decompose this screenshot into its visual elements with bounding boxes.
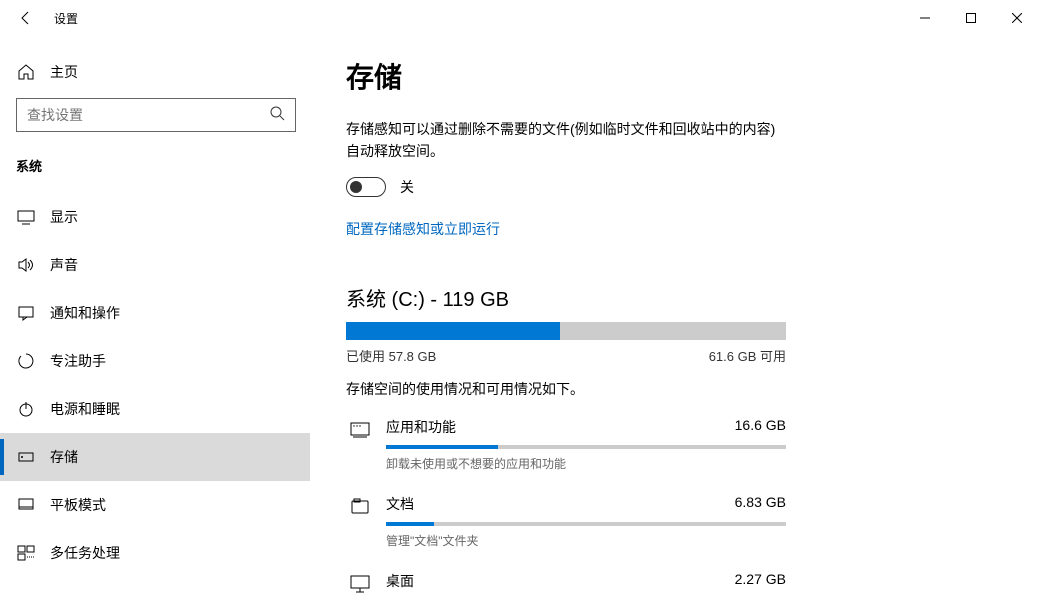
home-icon [16,63,36,81]
close-button[interactable] [994,2,1040,34]
search-input[interactable] [27,107,269,123]
category-size: 2.27 GB [735,571,786,591]
maximize-icon [966,13,976,23]
search-box[interactable] [16,98,296,132]
nav-list: 显示 声音 通知和操作 专注助手 电源和睡眠 存储 [0,193,310,577]
nav-item-notifications[interactable]: 通知和操作 [0,289,310,337]
desktop-icon [346,573,374,593]
home-label: 主页 [50,62,78,82]
drive-used-label: 已使用 57.8 GB [346,346,436,365]
sidebar: 主页 系统 显示 声音 通知和操作 [0,36,310,593]
titlebar: 设置 [0,0,1040,36]
drive-usage-fill [346,322,560,340]
documents-icon [346,496,374,518]
nav-item-power[interactable]: 电源和睡眠 [0,385,310,433]
sidebar-section-header: 系统 [0,144,310,185]
nav-item-tablet[interactable]: 平板模式 [0,481,310,529]
storage-icon [16,448,36,466]
category-sub: 卸载未使用或不想要的应用和功能 [386,455,786,472]
category-name: 应用和功能 [386,417,456,437]
focus-icon [16,352,36,370]
back-button[interactable] [10,2,42,34]
page-title: 存储 [346,56,992,96]
category-bar-fill [386,522,434,526]
nav-item-focus[interactable]: 专注助手 [0,337,310,385]
minimize-button[interactable] [902,2,948,34]
category-sub: 管理"文档"文件夹 [386,532,786,549]
configure-storage-sense-link[interactable]: 配置存储感知或立即运行 [346,219,500,239]
drive-free-label: 61.6 GB 可用 [709,346,786,365]
drive-desc: 存储空间的使用情况和可用情况如下。 [346,379,992,399]
home-link[interactable]: 主页 [0,54,310,90]
search-icon [269,105,285,126]
category-bar-fill [386,445,498,449]
power-icon [16,400,36,418]
category-list: 应用和功能 16.6 GB 卸载未使用或不想要的应用和功能 文档 6.83 GB 管… [346,417,992,593]
drive-usage-bar [346,322,786,340]
nav-item-multitask[interactable]: 多任务处理 [0,529,310,577]
drive-title: 系统 (C:) - 119 GB [346,283,992,312]
arrow-left-icon [18,10,34,26]
category-size: 16.6 GB [735,417,786,437]
storage-sense-desc: 存储感知可以通过删除不需要的文件(例如临时文件和回收站中的内容)自动释放空间。 [346,118,786,163]
category-apps[interactable]: 应用和功能 16.6 GB 卸载未使用或不想要的应用和功能 [346,417,786,472]
notification-icon [16,304,36,322]
display-icon [16,208,36,226]
category-size: 6.83 GB [735,494,786,514]
apps-icon [346,419,374,441]
close-icon [1012,13,1022,23]
category-desktop[interactable]: 桌面2.27 GB 管理"桌面"文件夹 [346,571,786,593]
drive-section: 系统 (C:) - 119 GB 已使用 57.8 GB 61.6 GB 可用 … [346,283,992,399]
nav-item-display[interactable]: 显示 [0,193,310,241]
multitask-icon [16,544,36,562]
category-name: 桌面 [386,571,414,591]
sound-icon [16,256,36,274]
nav-item-storage[interactable]: 存储 [0,433,310,481]
category-docs[interactable]: 文档 6.83 GB 管理"文档"文件夹 [346,494,786,549]
minimize-icon [920,13,930,23]
toggle-state-label: 关 [400,177,414,197]
content-area: 存储 存储感知可以通过删除不需要的文件(例如临时文件和回收站中的内容)自动释放空… [310,36,1040,593]
nav-item-sound[interactable]: 声音 [0,241,310,289]
storage-sense-toggle[interactable] [346,177,386,197]
tablet-icon [16,496,36,514]
maximize-button[interactable] [948,2,994,34]
window-title: 设置 [54,10,78,27]
category-name: 文档 [386,494,414,514]
